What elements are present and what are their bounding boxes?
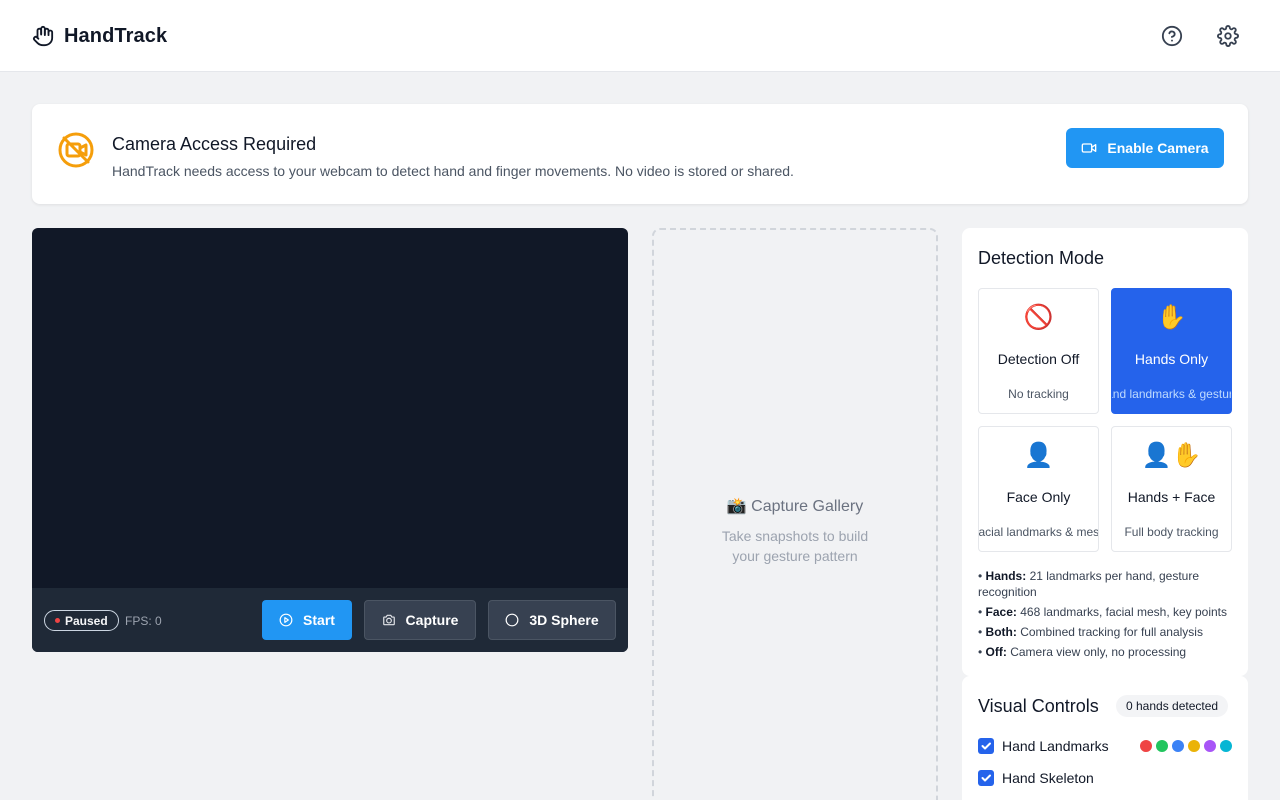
gallery-title: 📸 Capture Gallery bbox=[726, 498, 864, 515]
sphere-3d-label: 3D Sphere bbox=[529, 612, 599, 628]
landmark-color-swatches bbox=[1140, 740, 1232, 752]
mode-description: Hand landmarks & gestures bbox=[1112, 387, 1232, 401]
mode-name: Detection Off bbox=[997, 351, 1080, 367]
status-text: Paused bbox=[65, 613, 108, 628]
mode-hands-only[interactable]: ✋ Hands Only Hand landmarks & gestures bbox=[1111, 288, 1232, 414]
check-icon bbox=[981, 774, 991, 782]
hand-landmarks-checkbox[interactable] bbox=[978, 738, 994, 754]
mode-description: Full body tracking bbox=[1124, 525, 1219, 539]
color-swatch bbox=[1220, 740, 1232, 752]
hand-skeleton-option[interactable]: Hand Skeleton bbox=[978, 770, 1094, 786]
mode-hands-face[interactable]: 👤✋ Hands + Face Full body tracking bbox=[1111, 426, 1232, 552]
video-control-bar: Paused FPS: 0 Start Capture 3D Sphere bbox=[32, 588, 628, 652]
mode-name: Hands + Face bbox=[1127, 489, 1216, 505]
raised-hand-icon: ✋ bbox=[1156, 304, 1187, 331]
detection-mode-title: Detection Mode bbox=[978, 248, 1105, 268]
mode-detection-off[interactable]: 🚫 Detection Off No tracking bbox=[978, 288, 1099, 414]
gallery-subtitle: Take snapshots to build your gesture pat… bbox=[721, 528, 869, 564]
color-swatch bbox=[1204, 740, 1216, 752]
color-swatch bbox=[1172, 740, 1184, 752]
hand-icon bbox=[32, 24, 54, 48]
detection-mode-panel: Detection Mode 🚫 Detection Off No tracki… bbox=[962, 228, 1248, 676]
help-button[interactable] bbox=[1160, 24, 1184, 48]
mode-face-only[interactable]: 👤 Face Only Facial landmarks & mesh bbox=[978, 426, 1099, 552]
camera-icon bbox=[382, 614, 395, 626]
face-hand-icon: 👤✋ bbox=[1141, 442, 1202, 469]
prohibited-icon: 🚫 bbox=[1023, 304, 1054, 331]
mode-notes: • Hands: 21 landmarks per hand, gesture … bbox=[978, 568, 1236, 664]
app-name: HandTrack bbox=[64, 24, 168, 47]
note-both: • Both: Combined tracking for full analy… bbox=[978, 625, 1203, 639]
mode-name: Face Only bbox=[1006, 489, 1071, 505]
capture-label: Capture bbox=[405, 612, 459, 628]
mode-name: Hands Only bbox=[1134, 351, 1209, 367]
camera-access-banner: Camera Access Required HandTrack needs a… bbox=[32, 104, 1248, 204]
sphere-3d-button[interactable]: 3D Sphere bbox=[488, 600, 616, 640]
help-circle-icon bbox=[1161, 25, 1183, 47]
app-header: HandTrack bbox=[0, 0, 1280, 72]
color-swatch bbox=[1156, 740, 1168, 752]
enable-camera-button[interactable]: Enable Camera bbox=[1066, 128, 1224, 168]
start-button[interactable]: Start bbox=[262, 600, 352, 640]
banner-description: HandTrack needs access to your webcam to… bbox=[112, 163, 794, 179]
sphere-icon bbox=[505, 613, 519, 627]
play-circle-icon bbox=[279, 613, 293, 627]
banner-title: Camera Access Required bbox=[112, 134, 317, 154]
capture-gallery: 📸 Capture Gallery Take snapshots to buil… bbox=[652, 228, 938, 800]
hand-skeleton-label: Hand Skeleton bbox=[1002, 770, 1094, 786]
note-hands: • Hands: 21 landmarks per hand, gesture … bbox=[978, 569, 1199, 599]
note-face: • Face: 468 landmarks, facial mesh, key … bbox=[978, 605, 1228, 619]
hand-skeleton-checkbox[interactable] bbox=[978, 770, 994, 786]
face-icon: 👤 bbox=[1023, 442, 1054, 469]
video-preview: Paused FPS: 0 Start Capture 3D Sphere bbox=[32, 228, 628, 652]
status-dot bbox=[55, 618, 60, 623]
enable-camera-label: Enable Camera bbox=[1107, 140, 1209, 156]
capture-button[interactable]: Capture bbox=[364, 600, 476, 640]
hand-landmarks-label: Hand Landmarks bbox=[1002, 738, 1109, 754]
video-camera-icon bbox=[1082, 143, 1097, 153]
brand[interactable]: HandTrack bbox=[32, 24, 167, 48]
color-swatch bbox=[1188, 740, 1200, 752]
fps-counter: FPS: 0 bbox=[125, 614, 162, 628]
color-swatch bbox=[1140, 740, 1152, 752]
status-badge: Paused bbox=[44, 610, 119, 631]
start-label: Start bbox=[303, 612, 335, 628]
mode-description: No tracking bbox=[1008, 387, 1069, 401]
gear-icon bbox=[1217, 25, 1239, 47]
hand-landmarks-option[interactable]: Hand Landmarks bbox=[978, 738, 1109, 754]
visual-controls-panel: Visual Controls 0 hands detected Hand La… bbox=[962, 676, 1248, 800]
mode-description: Facial landmarks & mesh bbox=[978, 525, 1099, 539]
settings-button[interactable] bbox=[1216, 24, 1240, 48]
camera-off-icon bbox=[56, 130, 96, 170]
visual-controls-title: Visual Controls bbox=[978, 696, 1099, 716]
check-icon bbox=[981, 742, 991, 750]
hands-detected-badge: 0 hands detected bbox=[1116, 695, 1229, 717]
note-off: • Off: Camera view only, no processing bbox=[978, 645, 1187, 659]
